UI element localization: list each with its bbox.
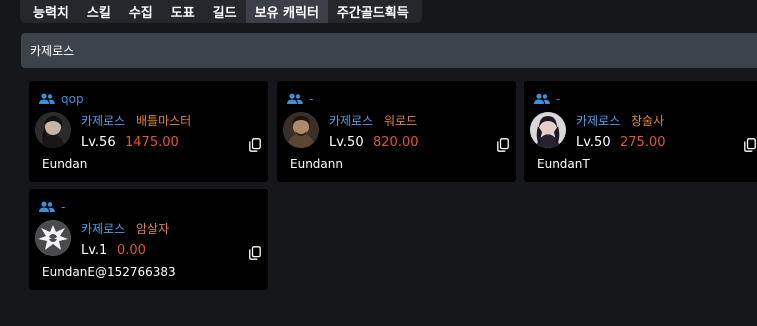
- class-name: 창술사: [631, 114, 665, 128]
- character-avatar: [35, 112, 71, 148]
- group-name: -: [61, 200, 66, 214]
- tab-characters[interactable]: 보유 캐릭터: [245, 0, 328, 23]
- character-level: Lv.50: [576, 135, 611, 150]
- character-card[interactable]: qop 카제로스 배틀마스터 Lv.56 1475.00 Eundan: [29, 81, 268, 182]
- server-name: 카제로스: [81, 222, 126, 236]
- server-name: 카제로스: [81, 114, 126, 128]
- tab-skills[interactable]: 스킬: [78, 0, 120, 23]
- tab-guild[interactable]: 길드: [204, 0, 246, 23]
- group-icon: [39, 93, 55, 104]
- group-name: -: [309, 92, 314, 106]
- server-name: 카제로스: [329, 114, 374, 128]
- item-level: 1475.00: [125, 135, 179, 150]
- character-card[interactable]: - 카제로스 암살자 Lv.1 0.00 EundanE@152766383: [29, 189, 268, 290]
- character-level: Lv.56: [81, 135, 116, 150]
- item-level: 275.00: [620, 135, 666, 150]
- group-row: -: [287, 91, 313, 107]
- tab-stats[interactable]: 능력치: [24, 0, 78, 23]
- character-avatar: [35, 220, 71, 256]
- character-name: EundanT: [537, 157, 590, 171]
- group-icon: [287, 93, 303, 104]
- group-name: qop: [61, 92, 84, 106]
- character-card[interactable]: - 카제로스 창술사 Lv.50 275.00 EundanT: [524, 81, 757, 182]
- server-section-header: 카제로스: [21, 33, 757, 68]
- character-level: Lv.1: [81, 243, 108, 258]
- tab-weekly-gold[interactable]: 주간골드획득: [328, 0, 418, 23]
- character-name: Eundan: [42, 157, 88, 171]
- class-name: 암살자: [136, 222, 170, 236]
- group-row: qop: [39, 91, 84, 107]
- character-name: Eundann: [290, 157, 343, 171]
- class-name: 워로드: [384, 114, 418, 128]
- copy-icon[interactable]: [744, 138, 756, 152]
- group-icon: [39, 201, 55, 212]
- character-level: Lv.50: [329, 135, 364, 150]
- item-level: 820.00: [373, 135, 419, 150]
- server-name: 카제로스: [576, 114, 621, 128]
- group-row: -: [534, 91, 560, 107]
- item-level: 0.00: [117, 243, 146, 258]
- character-avatar: [530, 112, 566, 148]
- class-name: 배틀마스터: [136, 114, 192, 128]
- tab-bar: 능력치 스킬 수집 도표 길드 보유 캐릭터 주간골드획득: [20, 0, 422, 23]
- character-name: EundanE@152766383: [42, 265, 176, 279]
- copy-icon[interactable]: [249, 246, 261, 260]
- character-card[interactable]: - 카제로스 워로드 Lv.50 820.00 Eundann: [277, 81, 516, 182]
- group-icon: [534, 93, 550, 104]
- group-row: -: [39, 199, 65, 215]
- copy-icon[interactable]: [497, 138, 509, 152]
- character-avatar: [283, 112, 319, 148]
- tab-chart[interactable]: 도표: [162, 0, 204, 23]
- copy-icon[interactable]: [249, 138, 261, 152]
- group-name: -: [556, 92, 561, 106]
- tab-collection[interactable]: 수집: [120, 0, 162, 23]
